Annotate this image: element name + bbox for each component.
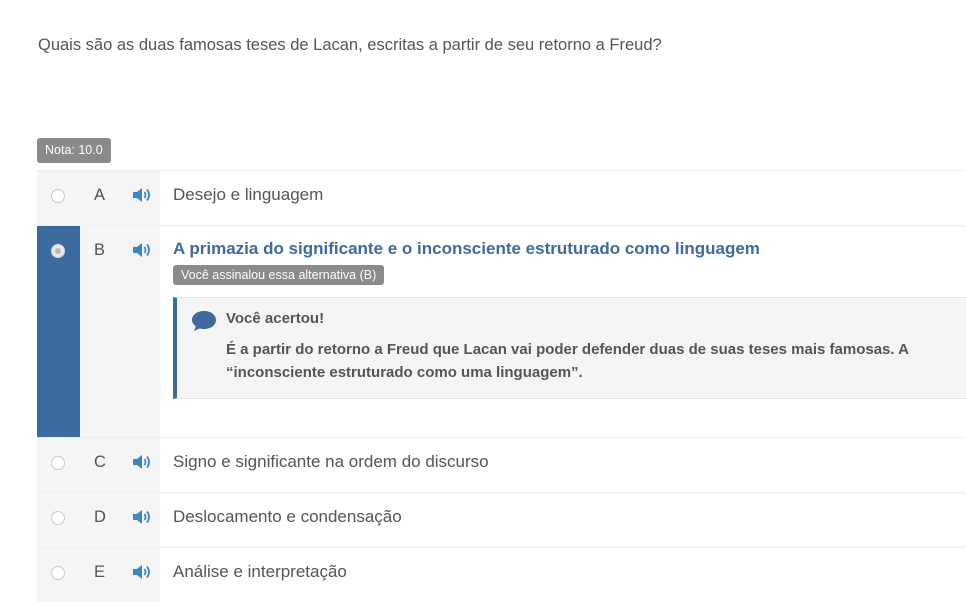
option-d[interactable]: D Deslocamento e condensação <box>37 492 966 547</box>
option-text: Desejo e linguagem <box>173 185 324 204</box>
feedback-title: Você acertou! <box>226 310 325 327</box>
option-text: Deslocamento e condensação <box>173 507 402 526</box>
option-e[interactable]: E Análise e interpretação <box>37 547 966 602</box>
answer-options: A Desejo e linguagem B A primazia do sig… <box>37 170 966 602</box>
question-text: Quais são as duas famosas teses de Lacan… <box>38 36 662 54</box>
option-letter: E <box>94 563 106 581</box>
option-c[interactable]: C Signo e significante na ordem do discu… <box>37 437 966 492</box>
option-a[interactable]: A Desejo e linguagem <box>37 170 966 225</box>
option-letter: D <box>94 508 106 526</box>
feedback-box: Você acertou! É a partir do retorno a Fr… <box>173 297 966 399</box>
radio-button[interactable] <box>51 189 65 203</box>
option-letter: B <box>94 241 106 259</box>
option-control: D <box>37 493 160 547</box>
option-letter: C <box>94 453 106 471</box>
radio-button[interactable] <box>51 456 65 470</box>
speaker-icon[interactable] <box>132 508 152 526</box>
option-text: Análise e interpretação <box>173 562 347 581</box>
chat-bubble-icon <box>192 311 216 331</box>
speaker-icon[interactable] <box>132 186 152 204</box>
selected-answer-badge: Você assinalou essa alternativa (B) <box>173 265 385 285</box>
radio-button[interactable] <box>51 244 65 258</box>
option-control: C <box>37 438 160 492</box>
speaker-icon[interactable] <box>132 453 152 471</box>
feedback-text-line-1: É a partir do retorno a Freud que Lacan … <box>226 341 909 358</box>
grade-badge: Nota: 10.0 <box>37 138 111 163</box>
option-control: B <box>37 226 160 437</box>
option-text: Signo e significante na ordem do discurs… <box>173 452 489 471</box>
option-b[interactable]: B A primazia do significante e o inconsc… <box>37 225 966 437</box>
radio-button[interactable] <box>51 566 65 580</box>
speaker-icon[interactable] <box>132 241 152 259</box>
feedback-text-line-2: “inconsciente estruturado como uma lingu… <box>226 364 583 381</box>
cropped-header <box>38 0 418 6</box>
option-control: E <box>37 548 160 602</box>
option-letter: A <box>94 186 106 204</box>
speaker-icon[interactable] <box>132 563 152 581</box>
option-control: A <box>37 171 160 225</box>
option-text: A primazia do significante e o inconscie… <box>173 239 760 258</box>
radio-button[interactable] <box>51 511 65 525</box>
